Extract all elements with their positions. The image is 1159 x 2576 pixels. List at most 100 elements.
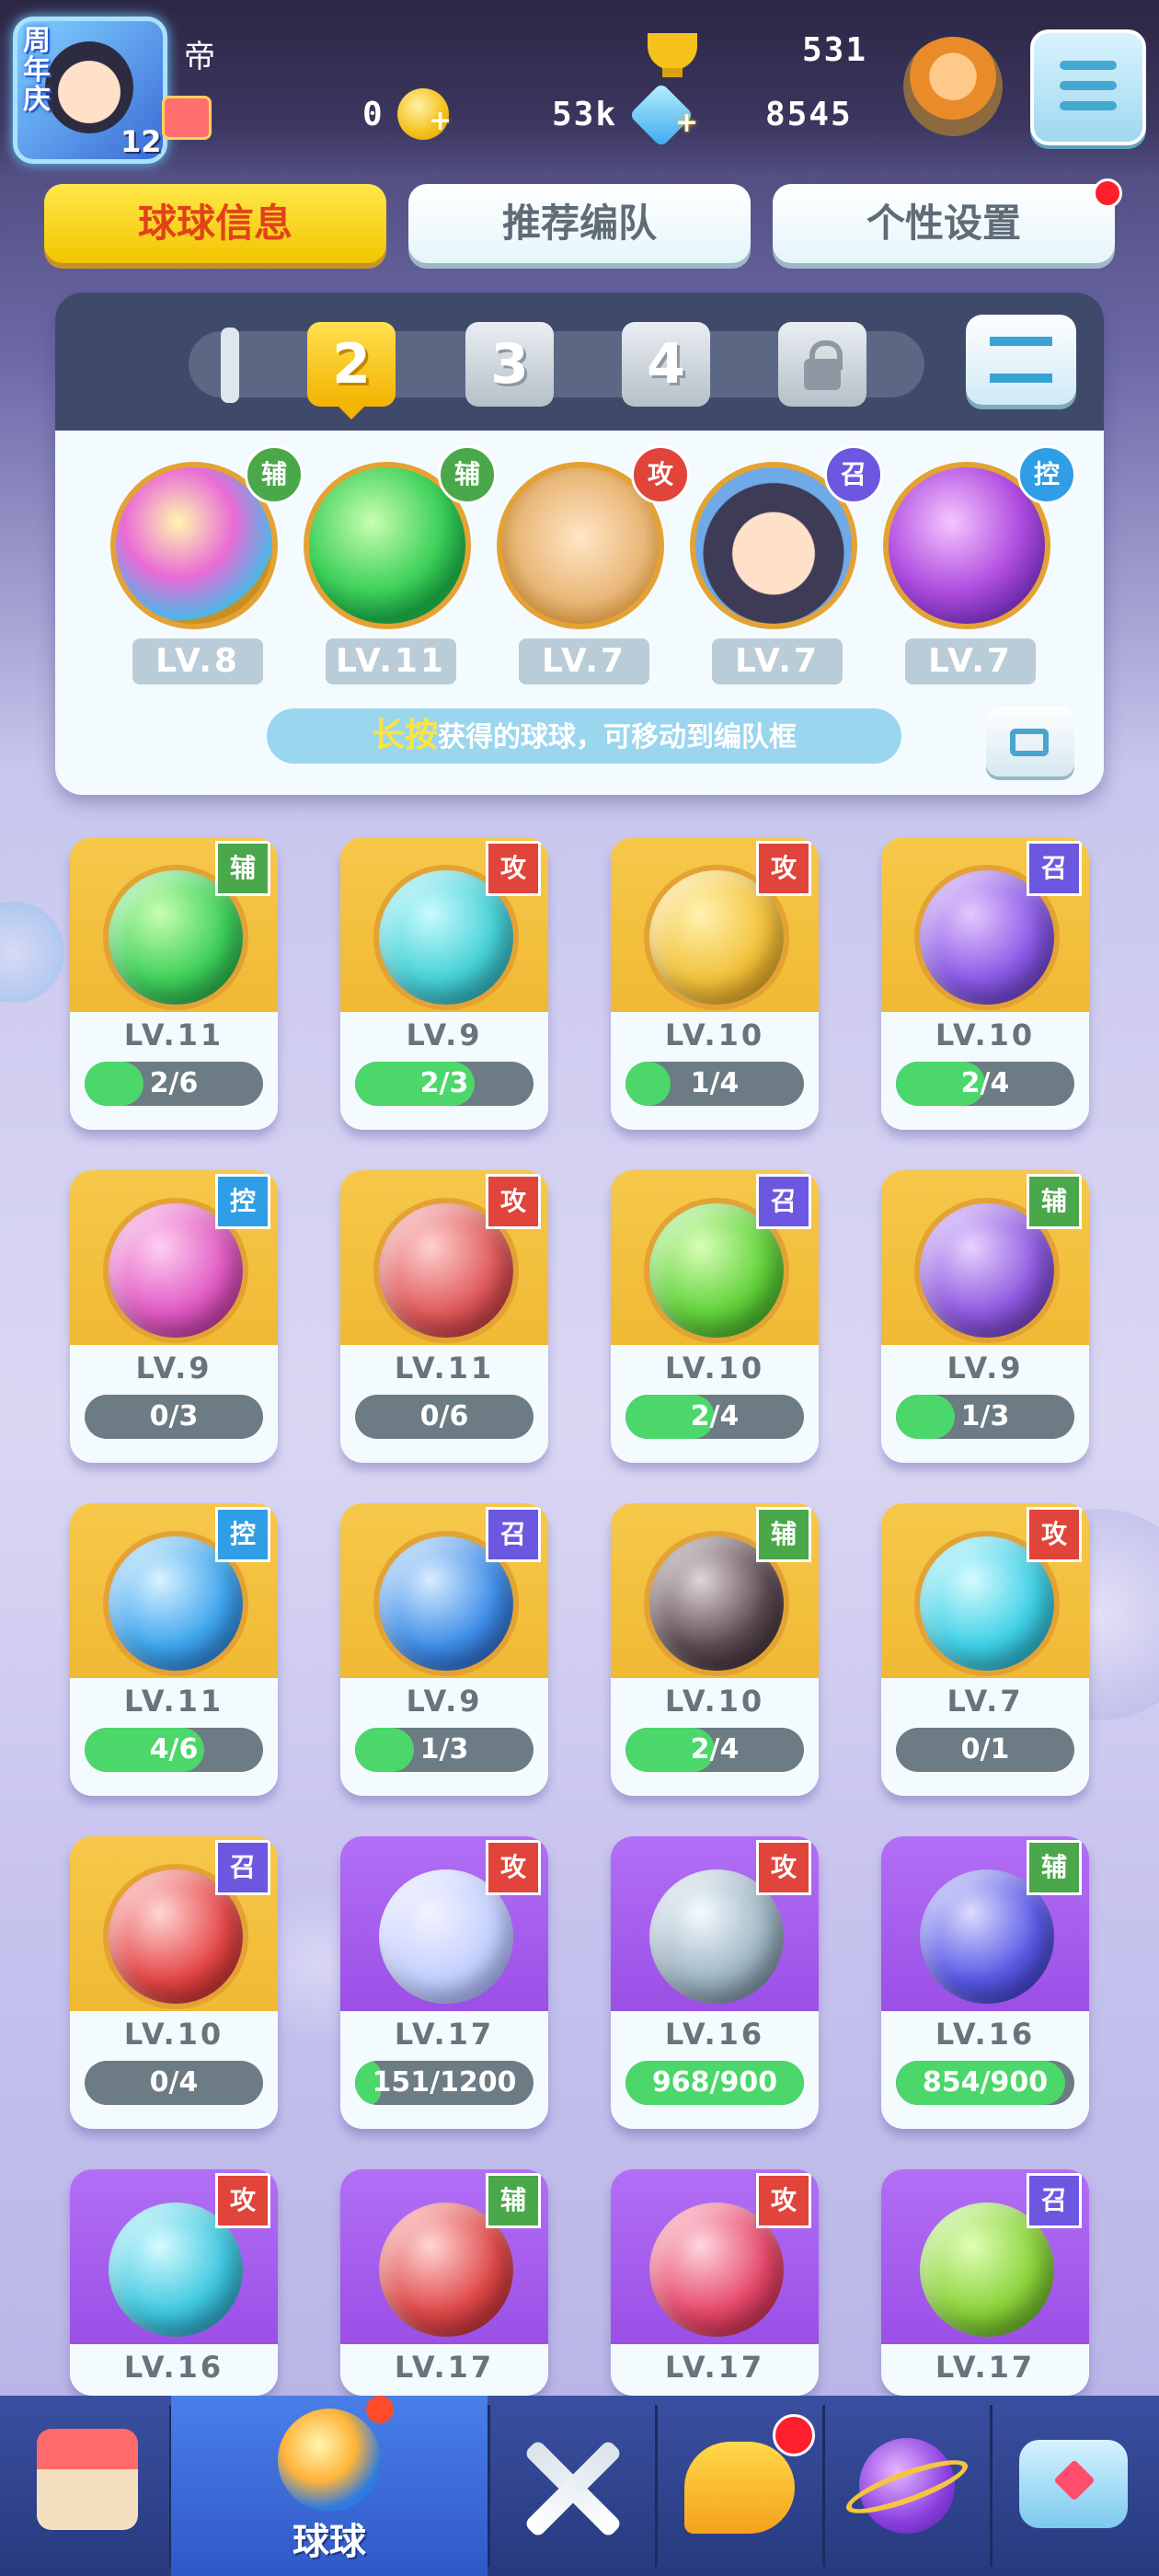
- ball-level: LV.9: [406, 1684, 483, 1719]
- player-name: 帝: [184, 39, 215, 75]
- progress-count: 0/3: [149, 1400, 199, 1432]
- type-tag: 攻: [215, 2173, 270, 2228]
- team-slot-4[interactable]: 4: [622, 322, 710, 407]
- type-tag: 辅: [1027, 1840, 1082, 1895]
- ball-card[interactable]: 召 LV.17: [881, 2169, 1089, 2396]
- menu-icon: [1060, 81, 1117, 90]
- type-tag: 攻: [756, 2173, 811, 2228]
- progress-count: 0/4: [149, 2066, 199, 2099]
- trophy-icon: [648, 33, 697, 70]
- team-slot-2[interactable]: 2: [307, 322, 396, 407]
- ball-card[interactable]: 攻 LV.7 0/1: [881, 1503, 1089, 1796]
- nav-planet[interactable]: [824, 2396, 990, 2576]
- ball-sparkle-dot: [366, 2396, 394, 2423]
- team-level-3: LV.7: [519, 638, 649, 684]
- team-slot-locked[interactable]: [778, 322, 866, 407]
- hint-highlight: 长按: [371, 717, 438, 754]
- bottom-nav: 球球: [0, 2396, 1159, 2576]
- nav-whistle[interactable]: [657, 2396, 822, 2576]
- type-tag: 攻: [486, 841, 541, 896]
- upgrade-progress-bar: 2/4: [625, 1395, 804, 1439]
- upgrade-progress-bar: 2/3: [355, 1062, 534, 1106]
- team-slot-3[interactable]: 3: [465, 322, 554, 407]
- type-tag: 辅: [756, 1507, 811, 1562]
- ball-level: LV.11: [394, 1351, 495, 1386]
- ball-card[interactable]: 攻 LV.16: [70, 2169, 278, 2396]
- type-tag: 攻: [486, 1840, 541, 1895]
- ball-level: LV.11: [123, 1018, 224, 1052]
- type-tag: 攻: [756, 841, 811, 896]
- add-coin-icon[interactable]: +: [429, 105, 452, 137]
- player-level: 12: [120, 124, 162, 159]
- top-header: 周年庆 12 帝 531 0 + 53k + 8545: [0, 0, 1159, 175]
- ball-card[interactable]: 辅 LV.16 854/900: [881, 1836, 1089, 2129]
- ball-level: LV.11: [123, 1684, 224, 1719]
- upgrade-progress-bar: 2/4: [896, 1062, 1074, 1106]
- ball-card[interactable]: 辅 LV.10 2/4: [611, 1503, 819, 1796]
- tab-ball-info[interactable]: 球球信息: [44, 184, 386, 263]
- type-tag: 控: [215, 1174, 270, 1229]
- progress-count: 854/900: [922, 2066, 1049, 2099]
- progress-count: 2/4: [690, 1400, 740, 1432]
- type-tag: 辅: [486, 2173, 541, 2228]
- hint-text: 获得的球球，可移动到编队框: [438, 721, 797, 753]
- rank-badge-icon[interactable]: [903, 37, 1003, 136]
- ball-card[interactable]: 攻 LV.17: [611, 2169, 819, 2396]
- team-level-1: LV.8: [132, 638, 263, 684]
- ball-card[interactable]: 辅 LV.11 2/6: [70, 837, 278, 1130]
- upgrade-progress-bar: 4/6: [85, 1728, 263, 1772]
- ball-card[interactable]: 控 LV.9 0/3: [70, 1170, 278, 1463]
- ball-level: LV.17: [394, 2350, 495, 2385]
- ball-level: LV.17: [935, 2350, 1036, 2385]
- ball-level: LV.10: [664, 1351, 765, 1386]
- ball-card[interactable]: 控 LV.11 4/6: [70, 1503, 278, 1796]
- tab-personal-settings[interactable]: 个性设置: [773, 184, 1115, 263]
- team-level-4: LV.7: [712, 638, 843, 684]
- type-tag: 召: [756, 1174, 811, 1229]
- drag-hint: 长按获得的球球，可移动到编队框: [267, 708, 901, 764]
- active-slot-pointer: [339, 407, 364, 420]
- team-level-5: LV.7: [905, 638, 1036, 684]
- ball-card[interactable]: 召 LV.10 2/4: [881, 837, 1089, 1130]
- ball-card[interactable]: 召 LV.10 2/4: [611, 1170, 819, 1463]
- upgrade-progress-bar: 1/3: [896, 1395, 1074, 1439]
- ball-card[interactable]: 辅 LV.17: [340, 2169, 548, 2396]
- upgrade-progress-bar: 2/6: [85, 1062, 263, 1106]
- type-tag: 攻: [756, 1840, 811, 1895]
- add-gem-icon[interactable]: +: [675, 107, 698, 139]
- upgrade-progress-bar: 1/4: [625, 1062, 804, 1106]
- share-icon: [1010, 729, 1049, 756]
- ball-card[interactable]: 辅 LV.9 1/3: [881, 1170, 1089, 1463]
- upgrade-progress-bar: 2/4: [625, 1728, 804, 1772]
- menu-button[interactable]: [1030, 29, 1146, 145]
- share-button[interactable]: [986, 707, 1074, 776]
- swap-team-button[interactable]: [966, 315, 1076, 405]
- upgrade-progress-bar: 1/3: [355, 1728, 534, 1772]
- team-tag-3: 攻: [631, 445, 690, 504]
- swap-icon: [990, 337, 1052, 383]
- nav-shop[interactable]: [0, 2396, 169, 2576]
- whistle-notification-dot: [773, 2414, 815, 2456]
- gift-icon[interactable]: [162, 96, 212, 140]
- ball-card[interactable]: 攻 LV.17 151/1200: [340, 1836, 548, 2129]
- nav-ball[interactable]: 球球: [171, 2396, 488, 2576]
- team-level-2: LV.11: [326, 638, 456, 684]
- player-avatar[interactable]: 周年庆 12: [13, 17, 167, 164]
- ball-card[interactable]: 攻 LV.16 968/900: [611, 1836, 819, 2129]
- ball-card[interactable]: 召 LV.9 1/3: [340, 1503, 548, 1796]
- nav-chat[interactable]: [992, 2396, 1159, 2576]
- ball-level: LV.17: [394, 2017, 495, 2052]
- ball-level: LV.17: [664, 2350, 765, 2385]
- ball-card[interactable]: 攻 LV.9 2/3: [340, 837, 548, 1130]
- tab-recommended-team[interactable]: 推荐编队: [408, 184, 751, 263]
- nav-battle[interactable]: [489, 2396, 655, 2576]
- progress-count: 1/3: [960, 1400, 1010, 1432]
- ball-card[interactable]: 攻 LV.10 1/4: [611, 837, 819, 1130]
- menu-icon: [1060, 61, 1117, 70]
- upgrade-progress-bar: 0/6: [355, 1395, 534, 1439]
- team-slot-1[interactable]: [221, 328, 239, 403]
- ball-icon: [278, 2409, 381, 2512]
- ball-card[interactable]: 召 LV.10 0/4: [70, 1836, 278, 2129]
- ball-card[interactable]: 攻 LV.11 0/6: [340, 1170, 548, 1463]
- progress-count: 151/1200: [372, 2066, 517, 2099]
